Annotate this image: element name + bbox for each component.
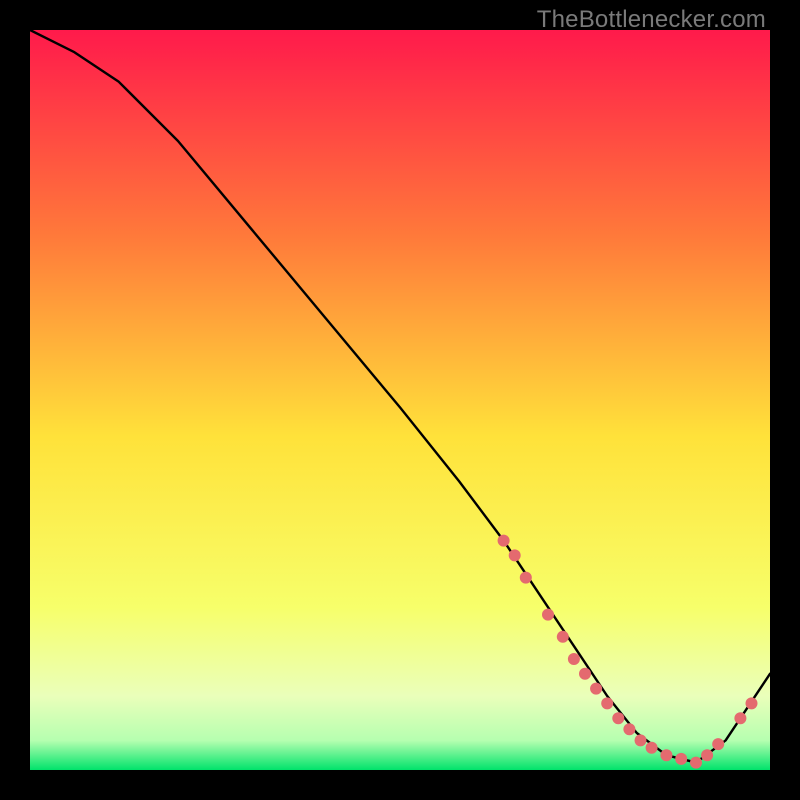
marker-dot (520, 572, 532, 584)
marker-dot (542, 609, 554, 621)
marker-dot (568, 653, 580, 665)
chart-frame (30, 30, 770, 770)
marker-dot (701, 749, 713, 761)
watermark-text: TheBottlenecker.com (537, 6, 766, 34)
marker-dot (623, 723, 635, 735)
marker-dot (660, 749, 672, 761)
marker-dot (690, 757, 702, 769)
marker-dot (646, 742, 658, 754)
marker-dot (498, 535, 510, 547)
marker-dot (675, 753, 687, 765)
marker-dot (612, 712, 624, 724)
marker-dot (635, 734, 647, 746)
marker-dot (712, 738, 724, 750)
marker-dot (746, 697, 758, 709)
marker-dot (601, 697, 613, 709)
gradient-background (30, 30, 770, 770)
bottleneck-chart (30, 30, 770, 770)
marker-dot (734, 712, 746, 724)
marker-dot (509, 549, 521, 561)
marker-dot (590, 683, 602, 695)
marker-dot (579, 668, 591, 680)
marker-dot (557, 631, 569, 643)
